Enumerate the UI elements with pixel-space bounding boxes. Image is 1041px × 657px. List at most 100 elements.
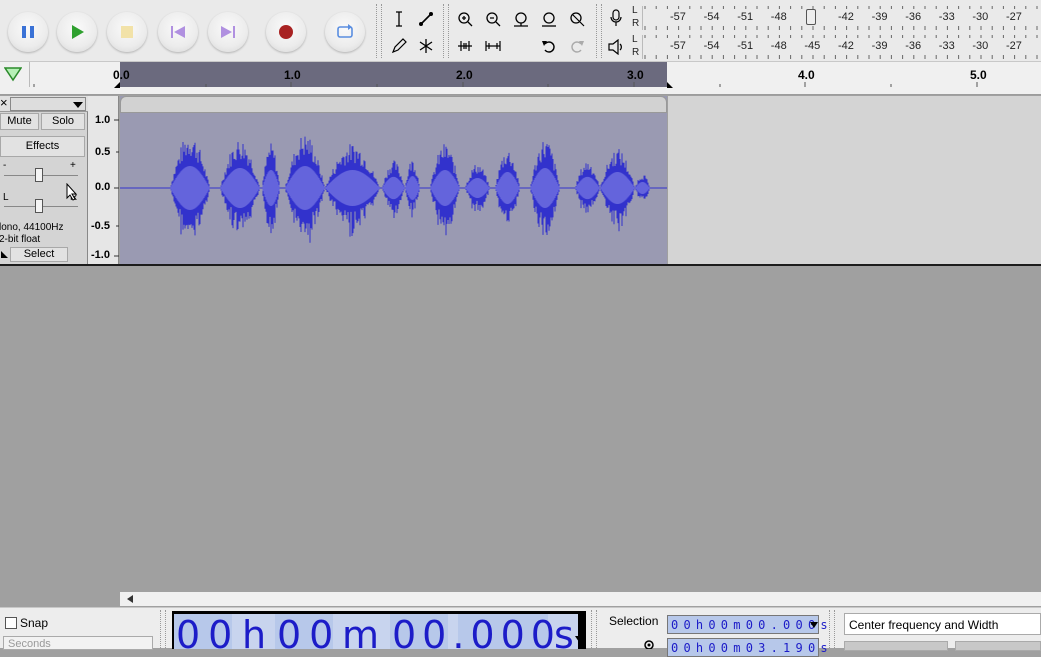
toolbar-grip[interactable] (376, 4, 382, 58)
zoom-in-button[interactable] (454, 8, 476, 30)
record-level-slider[interactable] (806, 9, 816, 25)
record-meter-button[interactable] (605, 7, 627, 29)
selection-start-field[interactable]: 0 0 h 0 0 m 0 0 . 0 0 0 s (667, 615, 828, 634)
time-hours-unit: h (242, 613, 267, 657)
pause-button[interactable] (8, 12, 48, 52)
play-icon (72, 25, 84, 39)
silence-audio-button[interactable] (482, 35, 504, 57)
pause-icon (22, 26, 34, 38)
stop-button[interactable] (107, 12, 147, 52)
toolbar-grip[interactable] (160, 610, 166, 648)
zoom-in-icon (458, 12, 473, 27)
width-frequency-field[interactable] (955, 641, 1041, 651)
draw-tool[interactable] (388, 35, 410, 57)
track-menu-button[interactable] (10, 97, 86, 111)
track-empty-area[interactable] (668, 96, 1041, 264)
record-icon (279, 25, 293, 39)
timeline-ticks: 0.0 1.0 2.0 3.0 4.0 5.0 (0, 62, 1041, 95)
playback-meter-button[interactable] (605, 36, 627, 58)
speaker-icon (608, 39, 622, 55)
skip-to-start-button[interactable] (158, 12, 198, 52)
gain-slider-thumb[interactable] (35, 168, 43, 182)
zoom-out-button[interactable] (482, 8, 504, 30)
toolbar-grip[interactable] (591, 610, 597, 648)
toolbar-grip[interactable] (596, 4, 602, 58)
record-button[interactable] (266, 12, 306, 52)
fit-selection-button[interactable] (510, 8, 532, 30)
solo-button[interactable]: Solo (41, 113, 85, 130)
effects-button[interactable]: Effects (0, 136, 85, 157)
close-track-icon[interactable]: × (0, 95, 8, 110)
mouse-cursor-icon (66, 183, 78, 201)
vruler-label: 0.5 (95, 146, 111, 158)
zoom-toggle-icon (570, 12, 585, 27)
record-right-channel: R (632, 18, 640, 29)
selection-start-value: 0 0 h 0 0 m 0 0 . 0 0 0 s (671, 618, 828, 632)
trim-audio-button[interactable] (454, 35, 476, 57)
playback-left-channel: L (632, 34, 638, 45)
zoom-toggle-button[interactable] (566, 8, 588, 30)
chevron-down-icon[interactable] (810, 622, 818, 628)
snap-label: Snap (20, 616, 49, 630)
selection-tool[interactable] (388, 8, 410, 30)
vruler-label: 0.0 (95, 181, 111, 193)
waveform[interactable] (120, 113, 667, 264)
timeline-tick-marks (33, 82, 978, 88)
chevron-down-icon[interactable] (575, 635, 585, 643)
zoom-out-icon (486, 12, 501, 27)
silence-icon (485, 41, 501, 51)
scroll-left-icon[interactable] (126, 594, 134, 604)
vruler-label: -0.5 (91, 220, 110, 232)
center-frequency-field[interactable] (844, 641, 948, 651)
track-control-panel: × Mute Solo Effects - + L R lono, 44100H… (0, 95, 88, 264)
track-bit-depth-info: 2-bit float (0, 234, 41, 245)
time-display[interactable]: 00 h 00 m 00.000 s (172, 611, 586, 657)
multi-tool[interactable] (415, 35, 437, 57)
toolbar-grip[interactable] (829, 610, 835, 648)
time-seconds-unit: s (554, 613, 574, 657)
skip-start-icon (171, 26, 185, 38)
undo-button[interactable] (538, 35, 560, 57)
playback-right-channel: R (632, 47, 640, 58)
loop-icon (337, 24, 353, 38)
fit-project-button[interactable] (538, 8, 560, 30)
envelope-tool[interactable] (415, 8, 437, 30)
collapse-track-icon[interactable] (1, 251, 9, 259)
vruler-label: -1.0 (91, 249, 110, 261)
toolbar-grip[interactable] (443, 4, 449, 58)
spectral-selection-value: Center frequency and Width (849, 618, 999, 632)
meter-ticks (644, 6, 1038, 30)
mute-button[interactable]: Mute (0, 113, 39, 130)
play-button[interactable] (57, 12, 97, 52)
gain-minus-label: - (3, 160, 7, 171)
playback-meter[interactable]: -57 -54 -51 -48 -45 -42 -39 -36 -33 -30 -27 (642, 35, 1041, 59)
horizontal-scrollbar[interactable] (120, 592, 1041, 606)
record-meter[interactable]: -57 -54 -51 -48 -42 -39 -36 -33 -30 -27 (642, 6, 1041, 30)
track-separator (0, 264, 1041, 266)
undo-icon (542, 41, 555, 53)
microphone-icon (610, 9, 622, 26)
selection-label: Selection (609, 614, 659, 628)
vruler-ticks (114, 119, 119, 257)
snap-checkbox[interactable] (5, 617, 17, 629)
skip-to-end-button[interactable] (208, 12, 248, 52)
zoom-fit-icon (542, 12, 556, 27)
pencil-icon (391, 38, 407, 54)
gear-icon[interactable] (642, 638, 656, 649)
clip-title-bar[interactable] (120, 96, 667, 113)
ibeam-icon (396, 11, 402, 27)
loop-button[interactable] (325, 12, 365, 52)
spectral-selection-select[interactable]: Center frequency and Width (844, 613, 1041, 635)
redo-button[interactable] (566, 35, 588, 57)
time-minutes-value: 00 (277, 613, 342, 657)
chevron-down-icon (73, 102, 83, 108)
selection-toolbar: Snap Seconds 00 h 00 m 00.000 s Selectio… (0, 607, 1041, 657)
meter-ticks (644, 35, 1038, 59)
trim-icon (458, 41, 472, 51)
vertical-ruler[interactable]: 1.0 0.5 0.0 -0.5 -1.0 (88, 96, 119, 264)
pan-slider-thumb[interactable] (35, 199, 43, 213)
select-track-button[interactable]: Select (10, 247, 68, 262)
redo-icon (571, 41, 584, 53)
time-hours-value: 00 (176, 613, 241, 657)
gain-plus-label: + (70, 160, 76, 171)
